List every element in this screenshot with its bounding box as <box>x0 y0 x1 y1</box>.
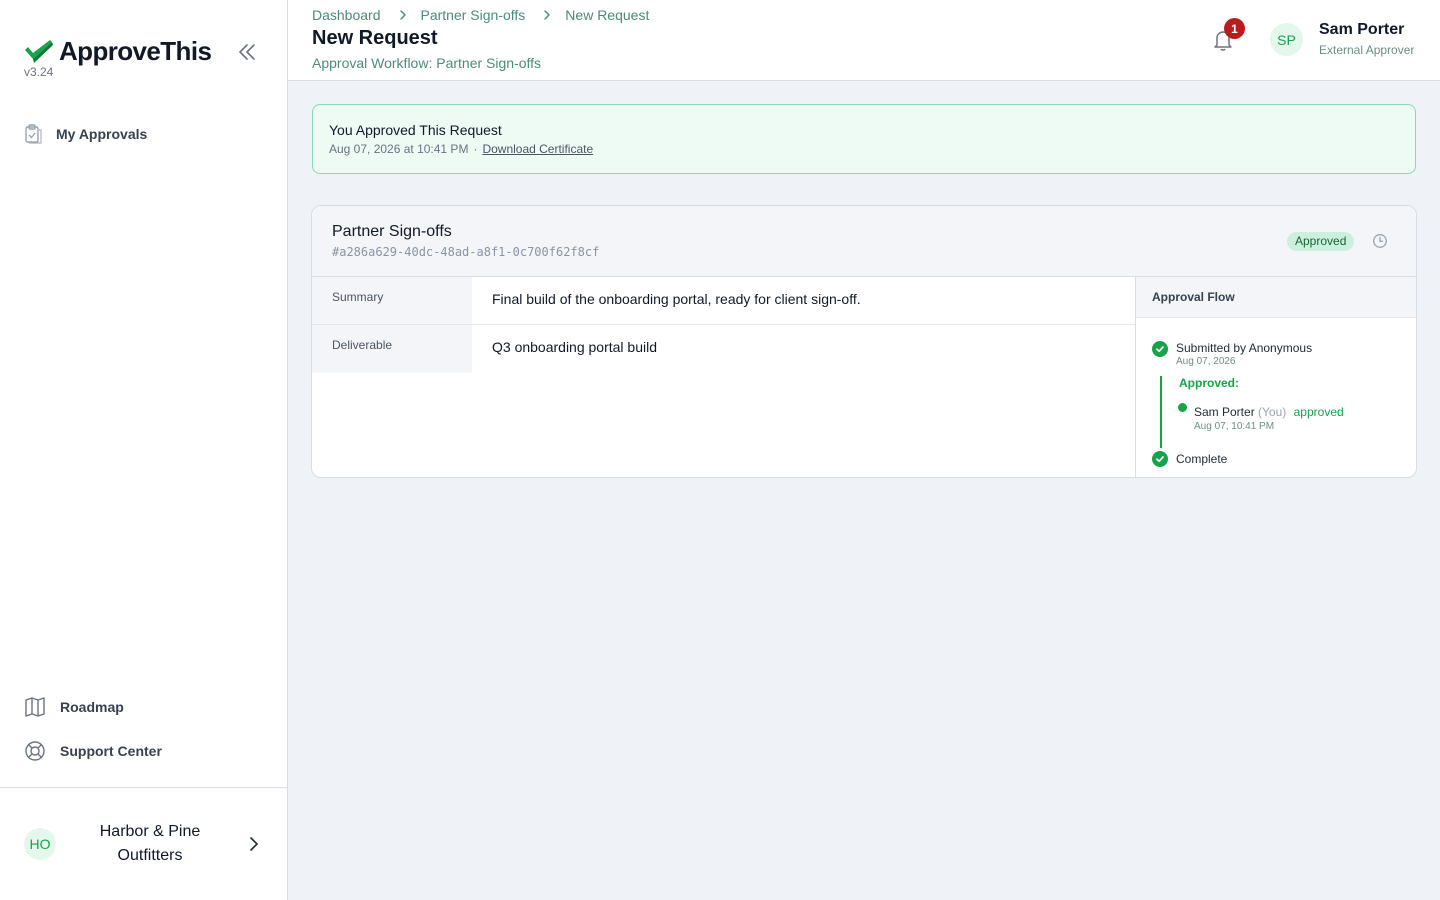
page-subtitle: Approval Workflow: Partner Sign-offs <box>312 55 542 71</box>
approver-action: approved <box>1293 405 1344 419</box>
chevron-right-icon <box>543 9 551 21</box>
field-value: Final build of the onboarding portal, re… <box>492 291 861 307</box>
user-name[interactable]: Sam Porter <box>1319 21 1404 39</box>
approver-entry: Sam Porter (You) approved <box>1194 405 1344 419</box>
download-certificate-link[interactable]: Download Certificate <box>482 142 593 156</box>
chevron-right-icon <box>250 837 258 851</box>
field-value: Q3 onboarding portal build <box>492 339 658 355</box>
check-circle-icon <box>1152 451 1168 467</box>
banner-title: You Approved This Request <box>329 122 502 138</box>
org-switcher[interactable]: HO Harbor & Pine Outfitters <box>24 808 264 880</box>
app-logo[interactable]: ApproveThis <box>24 36 212 67</box>
app-name: ApproveThis <box>59 36 212 66</box>
request-fields: Summary Final build of the onboarding po… <box>312 277 1136 373</box>
banner-separator: · <box>473 142 478 156</box>
submitted-by: Submitted by Anonymous <box>1176 341 1313 355</box>
sidebar: ApproveThis v3.24 My Approvals Roadmap S… <box>0 0 288 900</box>
breadcrumb-current: New Request <box>565 7 650 23</box>
approver-you-tag: (You) <box>1258 405 1287 419</box>
lifebuoy-icon <box>25 741 45 761</box>
collapse-sidebar-button[interactable] <box>236 42 258 62</box>
breadcrumb-dashboard[interactable]: Dashboard <box>312 7 381 23</box>
sidebar-item-label: Support Center <box>60 743 162 759</box>
approver-status-dot <box>1178 403 1187 412</box>
submitted-date: Aug 07, 2026 <box>1176 356 1236 367</box>
chevrons-left-icon <box>239 44 255 60</box>
page-title: New Request <box>312 27 438 49</box>
banner-timestamp: Aug 07, 2026 at 10:41 PM <box>329 142 469 156</box>
sidebar-item-label: My Approvals <box>56 126 148 142</box>
request-title: Partner Sign-offs <box>332 223 452 240</box>
logo-checkmark-icon <box>25 39 53 63</box>
app-version: v3.24 <box>24 65 54 79</box>
approval-banner: You Approved This Request Aug 07, 2026 a… <box>312 104 1416 174</box>
sidebar-item-my-approvals[interactable]: My Approvals <box>24 124 147 144</box>
status-badge: Approved <box>1287 232 1355 251</box>
request-id: #a286a629-40dc-48ad-a8f1-0c700f62f8cf <box>332 245 600 259</box>
sidebar-item-roadmap[interactable]: Roadmap <box>24 696 124 718</box>
approver-date: Aug 07, 10:41 PM <box>1194 421 1275 432</box>
request-card: Partner Sign-offs #a286a629-40dc-48ad-a8… <box>311 205 1417 478</box>
sidebar-divider <box>0 787 288 788</box>
approver-name: Sam Porter <box>1194 405 1255 419</box>
flow-complete: Complete <box>1176 452 1228 466</box>
clipboard-check-icon <box>25 124 42 144</box>
request-card-header: Partner Sign-offs #a286a629-40dc-48ad-a8… <box>312 206 1416 277</box>
clock-icon[interactable] <box>1372 233 1388 249</box>
org-name: Harbor & Pine Outfitters <box>99 823 201 864</box>
breadcrumb: Dashboard Partner Sign-offs New Request <box>312 7 649 23</box>
sidebar-item-support-center[interactable]: Support Center <box>24 740 162 762</box>
sidebar-item-label: Roadmap <box>60 699 124 715</box>
notification-count-badge[interactable]: 1 <box>1224 18 1245 39</box>
approval-flow-panel: Approval Flow Submitted by Anonymous Aug… <box>1135 277 1416 477</box>
user-role: External Approver <box>1319 43 1415 57</box>
approval-flow-heading: Approval Flow <box>1136 277 1416 318</box>
field-label: Summary <box>312 277 472 324</box>
banner-meta: Aug 07, 2026 at 10:41 PM · Download Certif… <box>329 142 593 156</box>
field-label: Deliverable <box>312 325 472 373</box>
breadcrumb-partner-sign-offs[interactable]: Partner Sign-offs <box>421 7 526 23</box>
field-row-summary: Summary Final build of the onboarding po… <box>312 277 1136 325</box>
org-avatar: HO <box>24 828 56 860</box>
flow-connector <box>1160 376 1162 448</box>
top-header: Dashboard Partner Sign-offs New Request … <box>288 0 1440 81</box>
check-circle-icon <box>1152 341 1168 357</box>
field-row-deliverable: Deliverable Q3 onboarding portal build <box>312 325 1136 373</box>
user-avatar[interactable]: SP <box>1270 23 1303 56</box>
chevron-right-icon <box>399 9 407 21</box>
map-icon <box>25 697 45 717</box>
approved-step-label: Approved: <box>1179 376 1239 390</box>
